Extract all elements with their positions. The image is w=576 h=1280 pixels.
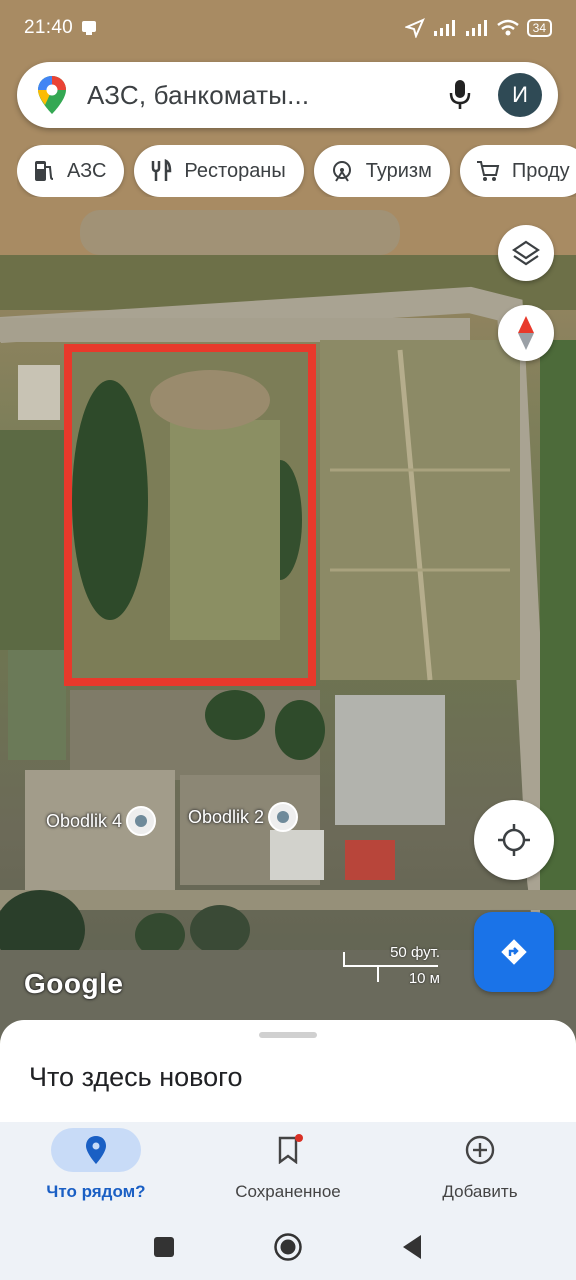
add-circle-icon [465,1135,495,1165]
chip-groceries[interactable]: Проду [459,145,576,197]
bottom-sheet[interactable]: Что здесь нового [0,1020,576,1130]
recents-icon[interactable] [153,1236,175,1258]
restaurant-icon [150,159,172,183]
avatar[interactable]: И [498,73,542,117]
search-input[interactable]: АЗС, банкоматы... [87,80,440,111]
chip-label: Проду [511,159,570,182]
shopping-cart-icon [476,159,500,183]
location-pin-icon [85,1135,107,1165]
battery-indicator: 34 [526,19,552,37]
microphone-icon[interactable] [440,75,480,115]
compass-button[interactable] [498,305,554,361]
nav-icon-container [435,1128,525,1172]
layers-button[interactable] [498,225,554,281]
nav-label: Что рядом? [46,1182,146,1201]
chip-tourism[interactable]: Туризм [313,145,450,197]
place-label: Obodlik 2 [188,806,265,827]
nav-label: Добавить [442,1182,518,1201]
status-time: 21:40 [24,17,74,38]
place-marker-obodlik-4[interactable]: Obodlik 4 [46,806,157,836]
back-icon[interactable] [401,1234,423,1260]
nav-contribute[interactable]: Добавить [384,1122,576,1214]
search-bar[interactable]: АЗС, банкоматы... И [17,62,558,128]
signal-2-icon [465,19,489,37]
location-arrow-icon [404,18,425,38]
scale-imperial: 50 фут. [390,944,440,961]
place-pin-icon [268,802,299,832]
layers-icon [512,239,540,267]
directions-button[interactable] [474,912,554,992]
gas-station-icon [33,159,55,183]
notification-dot [295,1134,303,1142]
compass-icon [516,315,536,351]
nav-icon-container [243,1128,333,1172]
my-location-button[interactable] [474,800,554,880]
place-marker-obodlik-2[interactable]: Obodlik 2 [188,802,299,832]
home-icon[interactable] [273,1232,303,1262]
chip-restaurants[interactable]: Рестораны [134,145,304,197]
signal-icon [433,19,457,37]
place-pin-icon [126,806,157,836]
sheet-drag-handle[interactable] [259,1032,317,1038]
nav-saved[interactable]: Сохраненное [192,1122,384,1214]
google-logo: Google [24,968,124,999]
attraction-icon [330,159,354,183]
wifi-icon [496,19,519,37]
status-bar: 21:40 34 [0,0,576,56]
chip-label: АЗС [67,159,107,182]
place-label: Obodlik 4 [46,810,123,831]
map-scale: 50 фут. 10 м [342,942,442,990]
nav-icon-container [51,1128,141,1172]
sheet-title: Что здесь нового [29,1062,243,1092]
chip-label: Рестораны [184,159,286,182]
system-navigation-bar [0,1214,576,1280]
category-chips: АЗС Рестораны Туризм Проду [17,145,576,197]
chip-gas[interactable]: АЗС [17,145,125,197]
nav-explore[interactable]: Что рядом? [0,1122,192,1214]
scale-metric: 10 м [408,970,440,987]
google-maps-logo-icon [37,75,67,115]
directions-icon [499,937,529,967]
chip-label: Туризм [365,159,432,182]
crosshair-icon [497,823,531,857]
nav-label: Сохраненное [235,1182,341,1201]
notification-icon [81,20,97,36]
bottom-navigation: Что рядом? Сохраненное Добавить [0,1122,576,1214]
